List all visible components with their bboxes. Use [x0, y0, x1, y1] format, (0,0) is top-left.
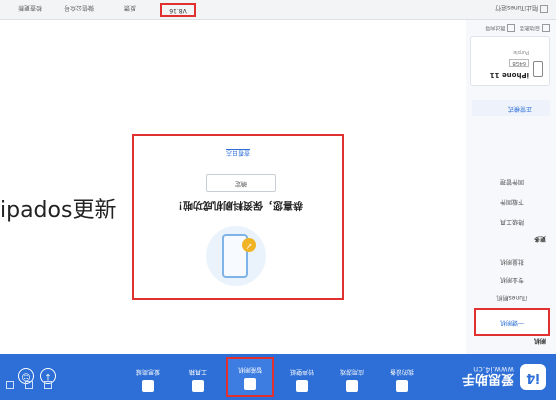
brand: i4 爱思助手 www.i4.cn	[426, 362, 546, 392]
auto-activate-label: 自动激活	[519, 24, 540, 31]
auto-activate-checkbox[interactable]	[542, 24, 550, 32]
skip-guide-label: 跳过向导	[485, 24, 506, 31]
option-checks: 自动激活 跳过向导	[470, 24, 550, 32]
feedback-link[interactable]: 反馈	[124, 4, 136, 13]
device-capacity: 64GB	[509, 59, 529, 67]
sidebar-item-pro-flash[interactable]: 专业刷机	[474, 270, 550, 288]
nav-label: 铃声壁纸	[290, 368, 315, 375]
flash-icon	[244, 378, 256, 390]
window-controls	[6, 381, 58, 396]
minimize-icon[interactable]	[44, 381, 53, 389]
apps-icon	[346, 380, 358, 392]
check-icon: ✓	[242, 238, 256, 252]
nav-label: 爱思商城	[136, 368, 161, 375]
device-name: iPhone 11	[489, 71, 529, 79]
brand-url: www.i4.cn	[473, 365, 514, 374]
success-message: 恭喜您，保资料刷机成功啦！	[173, 199, 303, 210]
main-content: ✓ 恭喜您，保资料刷机成功啦！ 确定 查看日志	[0, 20, 466, 354]
nav-label: 应用游戏	[340, 368, 365, 375]
block-itunes-label: 阻止iTunes运行	[495, 4, 538, 11]
ok-button[interactable]: 确定	[206, 174, 276, 192]
device-card[interactable]: iPhone 11 64GB Purple	[470, 36, 550, 86]
block-itunes-checkbox[interactable]	[540, 5, 548, 13]
toolbox-icon	[192, 380, 204, 392]
maximize-icon[interactable]	[25, 381, 34, 389]
phone-icon	[396, 380, 408, 392]
store-icon	[142, 380, 154, 392]
nav-toolbox[interactable]: 工具箱	[174, 357, 222, 397]
nav-label: 我的设备	[390, 368, 415, 375]
connection-status: 正常模式	[472, 100, 550, 116]
nav-label: 智能刷机	[238, 366, 263, 373]
device-color: Purple	[513, 49, 529, 55]
flash-success-panel: ✓ 恭喜您，保资料刷机成功啦！ 确定 查看日志	[132, 134, 344, 300]
skip-guide-checkbox[interactable]	[507, 24, 516, 32]
top-header: i4 爱思助手 www.i4.cn 我的设备 应用游戏 铃声壁纸 智能刷机 工具…	[0, 354, 556, 400]
sidebar-section-more: 更多	[533, 235, 546, 242]
nav-label: 工具箱	[189, 368, 208, 375]
brand-logo: i4	[520, 364, 546, 390]
sidebar-item-firmware-manage[interactable]: 固件管理	[474, 172, 550, 190]
phone-icon	[533, 61, 543, 77]
view-log-link[interactable]: 查看日志	[134, 149, 342, 158]
sidebar-item-downgrade[interactable]: 降级工具	[474, 212, 550, 230]
sidebar-section-flash: 刷机	[533, 337, 546, 344]
success-illustration: ✓	[206, 226, 266, 286]
nav-ringtones[interactable]: 铃声壁纸	[278, 357, 326, 397]
sidebar-item-download-firmware[interactable]: 下载固件	[474, 192, 550, 210]
nav-my-device[interactable]: 我的设备	[378, 357, 426, 397]
sidebar-item-one-click-flash[interactable]: 一键刷机	[474, 308, 550, 336]
wechat-link[interactable]: 微信公众号	[64, 4, 94, 13]
ringtone-icon	[296, 380, 308, 392]
nav-apps[interactable]: 应用游戏	[328, 357, 376, 397]
version-label: V8.16	[160, 3, 196, 17]
sidebar-item-batch-flash[interactable]: 批量刷机	[474, 252, 550, 270]
sidebar: 刷机 一键刷机 iTunes刷机 专业刷机 批量刷机 更多 降级工具 下载固件 …	[465, 20, 556, 354]
sidebar-item-itunes-flash[interactable]: iTunes刷机	[474, 288, 550, 306]
check-update-link[interactable]: 检查更新	[18, 4, 42, 13]
close-icon[interactable]	[6, 381, 14, 389]
caption-overlay: ipados更新	[0, 190, 121, 228]
status-bar: 阻止iTunes运行 V8.16 反馈 微信公众号 检查更新	[0, 0, 556, 20]
nav-smart-flash[interactable]: 智能刷机	[226, 357, 274, 397]
nav-store[interactable]: 爱思商城	[124, 357, 172, 397]
